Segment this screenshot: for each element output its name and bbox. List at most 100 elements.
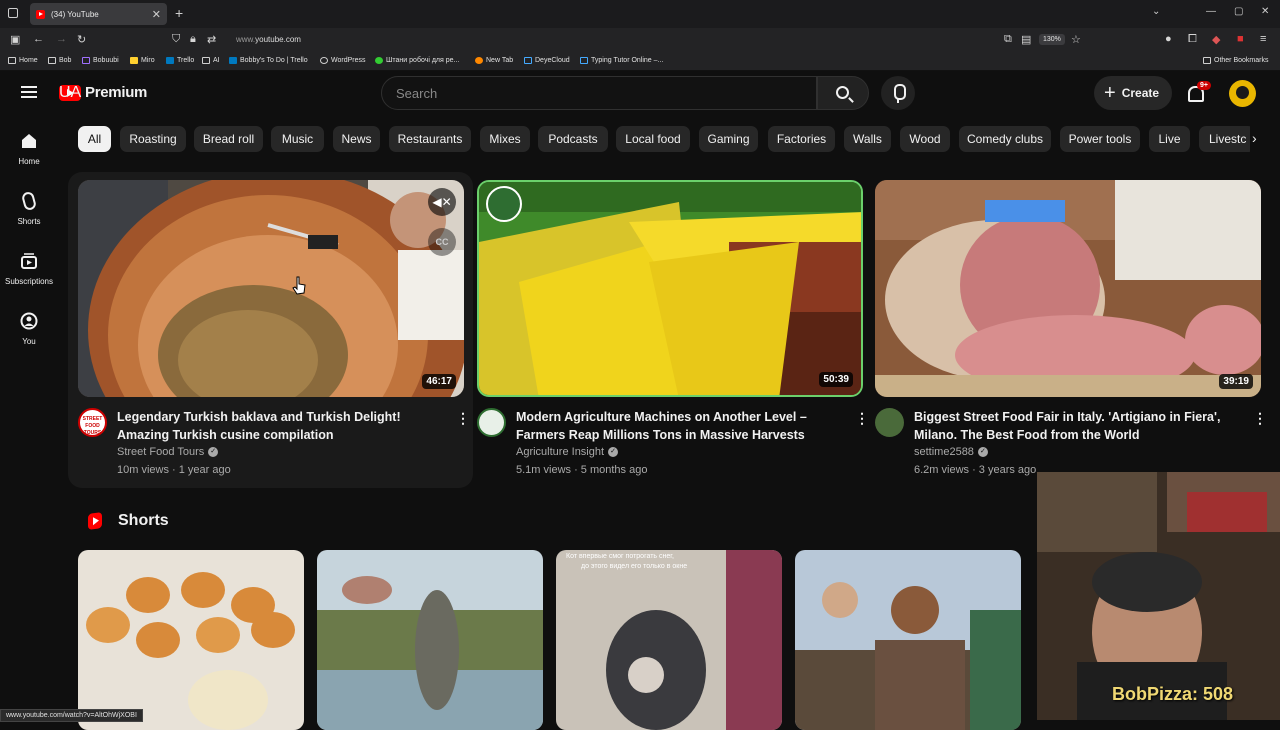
permissions-icon[interactable]: ⇄ [207,33,216,46]
menu-icon[interactable]: ≡ [1260,33,1266,45]
video-card[interactable]: 39:19 Biggest Street Food Fair in Italy.… [875,180,1267,476]
status-bar-url: www.youtube.com/watch?v=AltOhWjXOBI [0,709,143,722]
tab-list-icon[interactable] [8,8,18,18]
chip-power-tools[interactable]: Power tools [1060,126,1140,152]
chip-local-food[interactable]: Local food [616,126,690,152]
account-avatar[interactable] [1229,80,1256,107]
chip-roasting[interactable]: Roasting [120,126,186,152]
chip-gaming[interactable]: Gaming [699,126,758,152]
maximize-icon[interactable]: ▢ [1234,6,1243,17]
video-duration: 46:17 [422,374,456,389]
voice-search-button[interactable] [881,76,915,110]
more-actions-icon[interactable]: ⋮ [855,410,869,427]
short-card[interactable]: Кот впервые смог потрогать снег, до этог… [556,550,782,730]
close-tab-icon[interactable]: ✕ [152,8,161,21]
minimize-icon[interactable]: — [1206,6,1216,17]
lock-icon[interactable]: 🔒︎ [190,33,196,46]
bookmark-ai[interactable]: AI [202,57,220,64]
chip-walls[interactable]: Walls [844,126,891,152]
bookmark-miro[interactable]: Miro [130,57,155,64]
captions-icon[interactable]: CC [428,228,456,256]
chip-livestream[interactable]: Livestc [1199,126,1250,152]
bookmark-shtany[interactable]: Штани робочі для ре... [375,57,459,64]
channel-name[interactable]: Agriculture Insight ✓ [516,446,619,458]
chip-restaurants[interactable]: Restaurants [389,126,471,152]
chip-bread-roll[interactable]: Bread roll [194,126,263,152]
forward-icon[interactable]: → [56,33,67,45]
video-title[interactable]: Modern Agriculture Machines on Another L… [516,408,846,444]
home-icon [22,134,36,148]
sidenav-you[interactable]: You [0,312,58,346]
video-meta: 6.2m views · 3 years ago [914,464,1037,476]
shield-icon[interactable]: ⛉ [172,33,180,46]
extension-icon[interactable]: ● [1165,33,1172,45]
video-thumbnail[interactable]: 39:19 [875,180,1261,397]
chip-music[interactable]: Music [271,126,324,152]
close-window-icon[interactable]: ✕ [1261,6,1269,17]
short-card[interactable] [317,550,543,730]
guide-menu-icon[interactable] [21,86,37,98]
tab-dropdown-icon[interactable]: ⌄ [1152,6,1160,17]
create-button[interactable]: + Create [1094,76,1172,110]
back-icon[interactable]: ← [33,33,44,45]
extension-red-icon[interactable]: ◆ [1212,33,1220,46]
bookmark-typing-tutor[interactable]: Typing Tutor Online –... [580,57,663,64]
channel-avatar[interactable] [477,408,506,437]
channel-name[interactable]: Street Food Tours ✓ [117,446,219,458]
mute-icon[interactable]: ◀✕ [428,188,456,216]
sidebar-toggle-icon[interactable]: ▣ [10,33,20,46]
bookmark-label: Other Bookmarks [1214,57,1269,64]
baklava-thumbnail-image [78,180,464,397]
sidenav-subscriptions[interactable]: Subscriptions [0,252,58,286]
video-title[interactable]: Legendary Turkish baklava and Turkish De… [117,408,447,444]
chip-all[interactable]: All [78,126,111,152]
tattoo-man-short-image [795,550,1021,730]
new-tab-icon[interactable]: + [175,5,183,21]
short-card[interactable] [795,550,1021,730]
bookmark-home[interactable]: Home [8,57,38,64]
video-thumbnail[interactable]: ◀✕ CC 46:17 [78,180,464,397]
browser-tab-youtube[interactable]: (34) YouTube ✕ [30,3,167,25]
chip-factories[interactable]: Factories [768,126,835,152]
bookmark-deyecloud[interactable]: DeyeCloud [524,57,570,64]
chip-live[interactable]: Live [1149,126,1190,152]
folder-icon [1203,57,1211,64]
search-input[interactable]: Search [381,76,817,110]
extensions-puzzle-icon[interactable]: ⧠ [1188,33,1197,46]
video-title[interactable]: Biggest Street Food Fair in Italy. 'Arti… [914,408,1244,444]
bookmark-trello[interactable]: Trello [166,57,194,64]
bookmark-todo-trello[interactable]: Bobby's To Do | Trello [229,57,308,64]
extension-badge-icon[interactable]: ■ [1237,33,1244,45]
bookmark-bob[interactable]: Bob [48,57,71,64]
bookmark-bobuubi[interactable]: Bobuubi [82,57,119,64]
channel-avatar[interactable] [875,408,904,437]
chip-news[interactable]: News [333,126,380,152]
bookmark-new-tab[interactable]: New Tab [475,57,513,64]
channel-name[interactable]: settime2588 ✓ [914,446,988,458]
video-card[interactable]: ◀✕ CC 46:17 STREET FOOD TOURS Legendary Tu… [78,180,470,476]
chip-mixes[interactable]: Mixes [480,126,530,152]
reload-icon[interactable]: ↻ [77,33,86,46]
sidenav-shorts[interactable]: Shorts [0,192,58,226]
video-thumbnail[interactable]: 50:39 [477,180,863,397]
bookmark-other[interactable]: Other Bookmarks [1203,57,1268,64]
bookmark-star-icon[interactable]: ☆ [1071,33,1081,46]
bookmark-wordpress[interactable]: WordPress [320,57,366,64]
chip-scroll-right-icon[interactable]: › [1252,130,1257,146]
zoom-level[interactable]: 130% [1039,34,1065,45]
search-button[interactable] [817,76,869,110]
more-actions-icon[interactable]: ⋮ [1253,410,1267,427]
chip-comedy-clubs[interactable]: Comedy clubs [959,126,1051,152]
url-text[interactable]: www.youtube.com [236,35,301,44]
more-actions-icon[interactable]: ⋮ [456,410,470,427]
channel-avatar[interactable]: STREET FOOD TOURS [78,408,107,437]
region-code: UA [59,84,82,101]
video-card[interactable]: 50:39 Modern Agriculture Machines on Ano… [477,180,869,476]
donuts-short-image [78,550,304,730]
short-card[interactable] [78,550,304,730]
chip-podcasts[interactable]: Podcasts [538,126,608,152]
reader-icon[interactable]: ▤ [1021,33,1031,46]
sidenav-home[interactable]: Home [0,132,58,166]
screenshot-icon[interactable]: ⧉ [1004,33,1012,46]
chip-wood[interactable]: Wood [900,126,950,152]
